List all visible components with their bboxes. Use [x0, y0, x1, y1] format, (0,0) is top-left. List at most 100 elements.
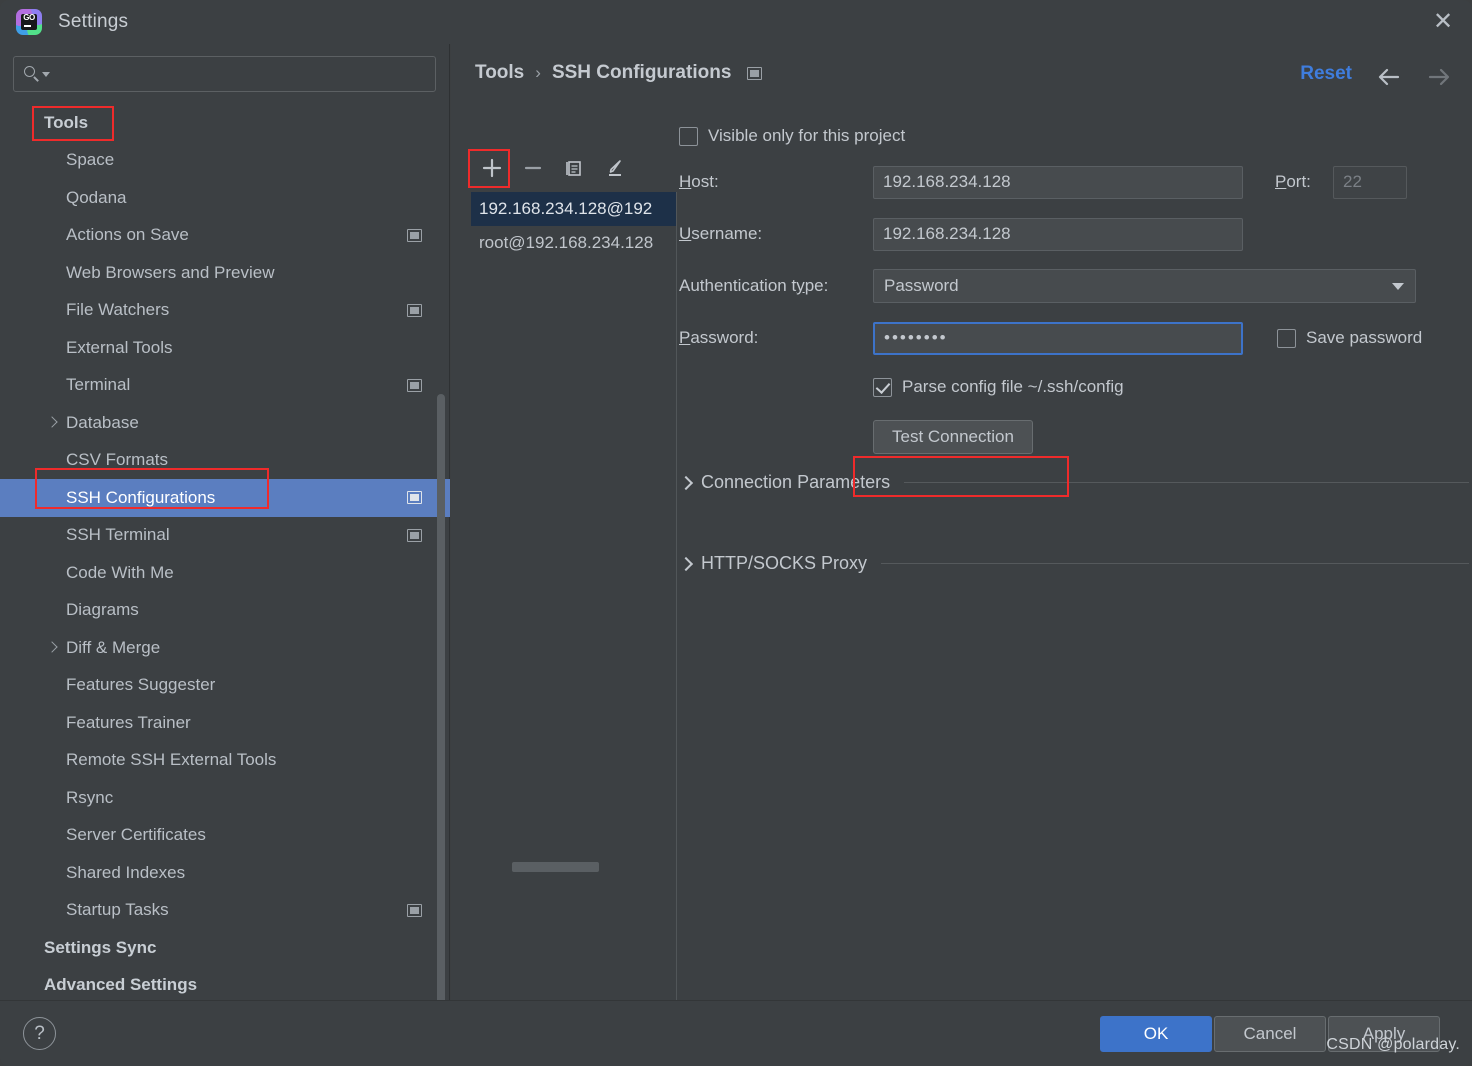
settings-sidebar: Tools Space Qodana Actions on Save Web Brows… — [0, 44, 450, 1044]
sidebar-item-code-with-me[interactable]: Code With Me — [0, 554, 450, 592]
reset-button[interactable]: Reset — [1300, 63, 1352, 85]
breadcrumb-separator: › — [535, 63, 541, 82]
sidebar-item-label: Settings Sync — [44, 937, 157, 957]
breadcrumb: Tools › SSH Configurations — [475, 62, 763, 84]
sidebar-item-advanced-settings[interactable]: Advanced Settings — [0, 967, 450, 1001]
window-title: Settings — [58, 11, 129, 32]
add-configuration-button[interactable] — [471, 149, 512, 187]
parse-config-row: Parse config file ~/.ssh/config — [679, 364, 1469, 410]
sidebar-item-label: Web Browsers and Preview — [66, 262, 275, 282]
host-label: Host: — [679, 172, 719, 191]
visible-only-checkbox[interactable] — [679, 126, 698, 146]
parse-config-checkbox[interactable] — [873, 377, 892, 397]
section-http-socks-proxy[interactable]: HTTP/SOCKS Proxy — [679, 553, 1469, 574]
sidebar-scrollbar[interactable] — [437, 394, 445, 1044]
settings-detail-panel: Tools › SSH Configurations Reset 192.168… — [451, 44, 1472, 1002]
sidebar-item-label: Diff & Merge — [66, 637, 161, 657]
goland-icon: GO — [16, 9, 42, 35]
sidebar-item-label: Qodana — [66, 187, 127, 207]
sidebar-item-label: File Watchers — [66, 300, 170, 320]
sidebar-item-label: Rsync — [66, 787, 114, 807]
sidebar-item-web-browsers-and-preview[interactable]: Web Browsers and Preview — [0, 254, 450, 292]
chevron-right-icon — [679, 476, 693, 490]
port-input[interactable] — [1333, 165, 1407, 199]
sidebar-item-ssh-configurations[interactable]: SSH Configurations — [0, 479, 450, 517]
auth-type-select[interactable]: Password — [873, 269, 1416, 303]
search-box[interactable] — [13, 56, 436, 92]
copy-icon[interactable] — [553, 149, 594, 187]
chevron-right-icon[interactable] — [47, 417, 59, 429]
section-http-socks-proxy-label: HTTP/SOCKS Proxy — [701, 553, 868, 573]
visible-only-row: Visible only for this project — [679, 116, 1469, 156]
chevron-right-icon[interactable] — [47, 642, 59, 654]
sidebar-item-features-trainer[interactable]: Features Trainer — [0, 704, 450, 742]
username-input[interactable] — [873, 217, 1243, 251]
divider — [904, 482, 1469, 483]
project-scope-icon — [407, 491, 422, 505]
cancel-button[interactable]: Cancel — [1214, 1016, 1326, 1052]
arrow-right-icon[interactable] — [1424, 64, 1454, 90]
chevron-right-icon — [679, 557, 693, 571]
sidebar-item-file-watchers[interactable]: File Watchers — [0, 292, 450, 330]
sidebar-item-ssh-terminal[interactable]: SSH Terminal — [0, 517, 450, 555]
chevron-down-icon[interactable] — [42, 71, 50, 77]
dialog-body: Tools Space Qodana Actions on Save Web Brows… — [0, 44, 1472, 1044]
pencil-icon[interactable] — [594, 149, 635, 187]
sidebar-item-actions-on-save[interactable]: Actions on Save — [0, 217, 450, 255]
sidebar-item-csv-formats[interactable]: CSV Formats — [0, 442, 450, 480]
username-label: Username: — [679, 224, 763, 243]
sidebar-item-label: Shared Indexes — [66, 862, 186, 882]
auth-type-value: Password — [884, 276, 959, 295]
test-connection-button[interactable]: Test Connection — [873, 420, 1033, 454]
settings-tree[interactable]: Tools Space Qodana Actions on Save Web Brows… — [0, 104, 450, 1000]
help-button[interactable]: ? — [23, 1017, 56, 1050]
sidebar-item-terminal[interactable]: Terminal — [0, 367, 450, 405]
close-icon[interactable]: ✕ — [1414, 0, 1472, 44]
sidebar-item-shared-indexes[interactable]: Shared Indexes — [0, 854, 450, 892]
sidebar-item-rsync[interactable]: Rsync — [0, 779, 450, 817]
sidebar-item-label: SSH Terminal — [66, 525, 170, 545]
remove-configuration-button[interactable] — [512, 149, 553, 187]
sidebar-item-label: Terminal — [66, 375, 131, 395]
config-list-item[interactable]: root@192.168.234.128 — [471, 226, 676, 260]
sidebar-item-label: CSV Formats — [66, 450, 169, 470]
sidebar-item-startup-tasks[interactable]: Startup Tasks — [0, 892, 450, 930]
sidebar-item-settings-sync[interactable]: Settings Sync — [0, 929, 450, 967]
sidebar-item-label: SSH Configurations — [66, 487, 216, 507]
sidebar-item-qodana[interactable]: Qodana — [0, 179, 450, 217]
search-input[interactable] — [56, 65, 426, 83]
section-connection-parameters[interactable]: Connection Parameters — [679, 472, 1469, 493]
breadcrumb-current: SSH Configurations — [551, 62, 732, 83]
sidebar-item-diagrams[interactable]: Diagrams — [0, 592, 450, 630]
visible-only-label: Visible only for this project — [708, 126, 906, 145]
arrow-left-icon[interactable] — [1374, 64, 1404, 90]
save-password-checkbox[interactable] — [1277, 328, 1296, 348]
sidebar-item-tools[interactable]: Tools — [0, 104, 450, 142]
project-scope-icon — [407, 378, 422, 392]
username-row: Username: — [679, 208, 1469, 260]
sidebar-item-label: Remote SSH External Tools — [66, 750, 277, 770]
config-list-item[interactable]: 192.168.234.128@192 — [471, 192, 676, 226]
sidebar-item-diff-merge[interactable]: Diff & Merge — [0, 629, 450, 667]
sidebar-item-remote-ssh-external-tools[interactable]: Remote SSH External Tools — [0, 742, 450, 780]
auth-type-row: Authentication type: Password — [679, 260, 1469, 312]
config-list-hscrollbar[interactable] — [512, 862, 599, 872]
sidebar-item-external-tools[interactable]: External Tools — [0, 329, 450, 367]
sidebar-item-space[interactable]: Space — [0, 142, 450, 180]
sidebar-item-features-suggester[interactable]: Features Suggester — [0, 667, 450, 705]
breadcrumb-root[interactable]: Tools — [475, 62, 524, 84]
config-toolbar — [471, 148, 677, 188]
ssh-configuration-list[interactable]: 192.168.234.128@192 root@192.168.234.128 — [471, 192, 677, 1002]
project-scope-icon — [407, 303, 422, 317]
watermark: CSDN @polarday. — [1326, 1036, 1460, 1053]
ok-button[interactable]: OK — [1100, 1016, 1212, 1052]
sidebar-item-server-certificates[interactable]: Server Certificates — [0, 817, 450, 855]
title-bar: GO Settings ✕ — [0, 0, 1472, 44]
password-row: Password: Save password — [679, 312, 1469, 364]
sidebar-item-database[interactable]: Database — [0, 404, 450, 442]
divider — [881, 563, 1469, 564]
project-scope-icon — [407, 228, 422, 242]
password-input[interactable] — [873, 321, 1243, 355]
search-wrapper — [0, 44, 449, 92]
host-input[interactable] — [873, 165, 1243, 199]
